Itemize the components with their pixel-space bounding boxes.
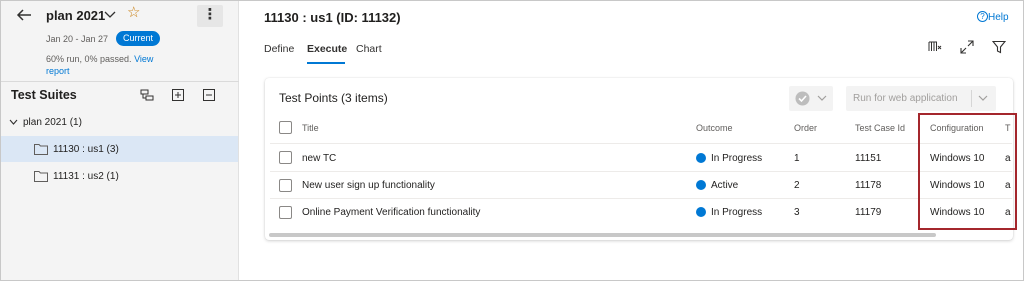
plan-stats: 60% run, 0% passed. View report xyxy=(46,53,166,77)
column-header-test-case-id[interactable]: Test Case Id xyxy=(855,123,905,133)
row-test-case-id: 11178 xyxy=(855,180,882,191)
test-points-title: Test Points (3 items) xyxy=(279,91,388,105)
configuration-highlight-box xyxy=(918,113,1017,230)
fullscreen-icon[interactable] xyxy=(960,40,974,54)
folder-icon xyxy=(34,144,48,155)
status-badge: Current xyxy=(116,31,161,46)
row-test-case-id: 11179 xyxy=(855,207,882,218)
plan-title[interactable]: plan 2021 xyxy=(46,8,105,23)
row-divider xyxy=(270,171,1012,172)
new-suite-icon[interactable] xyxy=(171,88,185,102)
row-divider xyxy=(270,143,1012,144)
row-outcome: In Progress xyxy=(711,207,763,218)
row-title[interactable]: New user sign up functionality xyxy=(302,180,435,191)
chevron-down-icon[interactable] xyxy=(9,119,18,126)
column-header-title[interactable]: Title xyxy=(302,123,319,133)
horizontal-scrollbar[interactable] xyxy=(269,233,936,237)
divider xyxy=(971,90,972,107)
help-label[interactable]: Help xyxy=(988,12,1009,23)
column-header-outcome[interactable]: Outcome xyxy=(696,123,733,133)
view-link-part-1[interactable]: View xyxy=(134,54,153,64)
status-dot xyxy=(696,153,706,163)
row-title[interactable]: Online Payment Verification functionalit… xyxy=(302,207,480,218)
suite-root[interactable]: plan 2021 (1) xyxy=(23,117,82,128)
row-order: 1 xyxy=(794,153,800,164)
star-icon[interactable]: ☆ xyxy=(127,4,140,22)
row-checkbox[interactable] xyxy=(279,206,292,219)
mark-outcome-button[interactable] xyxy=(789,86,833,111)
tab-execute[interactable]: Execute xyxy=(307,43,347,55)
view-link-part-2[interactable]: report xyxy=(46,66,70,76)
tab-chart[interactable]: Chart xyxy=(356,43,382,55)
collapse-icon[interactable] xyxy=(202,88,216,102)
run-button-label[interactable]: Run for web application xyxy=(853,93,958,104)
row-divider xyxy=(270,198,1012,199)
run-button[interactable]: Run for web application xyxy=(846,86,996,111)
select-all-checkbox[interactable] xyxy=(279,121,292,134)
column-header-order[interactable]: Order xyxy=(794,123,817,133)
suite-item-us1[interactable]: 11130 : us1 (3) xyxy=(53,144,119,155)
row-outcome: In Progress xyxy=(711,153,763,164)
checkmark-circle-icon xyxy=(795,91,810,106)
status-dot xyxy=(696,207,706,217)
active-tab-indicator xyxy=(307,62,345,64)
row-checkbox[interactable] xyxy=(279,151,292,164)
row-test-case-id: 11151 xyxy=(855,153,882,164)
plan-stats-text: 60% run, 0% passed. xyxy=(46,54,132,64)
row-order: 3 xyxy=(794,207,800,218)
row-order: 2 xyxy=(794,180,800,191)
tab-define[interactable]: Define xyxy=(264,43,294,55)
filter-icon[interactable] xyxy=(992,40,1006,54)
help-link[interactable]: ? Help xyxy=(977,11,1009,23)
folder-icon xyxy=(34,171,48,182)
more-vertical-icon[interactable]: ⋮ xyxy=(197,5,223,27)
plan-dates: Jan 20 - Jan 27 xyxy=(46,34,109,44)
column-options-icon[interactable] xyxy=(928,40,942,54)
show-parent-icon[interactable] xyxy=(140,88,154,102)
row-title[interactable]: new TC xyxy=(302,153,336,164)
chevron-down-icon[interactable] xyxy=(104,10,116,20)
test-suites-heading: Test Suites xyxy=(11,88,77,102)
chevron-down-icon[interactable] xyxy=(817,95,827,102)
back-arrow-icon[interactable] xyxy=(15,6,33,24)
row-outcome: Active xyxy=(711,180,739,191)
suite-item-us2[interactable]: 11131 : us2 (1) xyxy=(53,171,119,182)
status-dot xyxy=(696,180,706,190)
row-checkbox[interactable] xyxy=(279,179,292,192)
divider xyxy=(1,81,239,82)
left-pane: plan 2021 ☆ ⋮ Jan 20 - Jan 27 Current 60… xyxy=(1,1,239,280)
help-icon[interactable]: ? xyxy=(977,11,988,22)
chevron-down-icon[interactable] xyxy=(978,95,988,102)
page-title: 11130 : us1 (ID: 11132) xyxy=(264,10,401,25)
